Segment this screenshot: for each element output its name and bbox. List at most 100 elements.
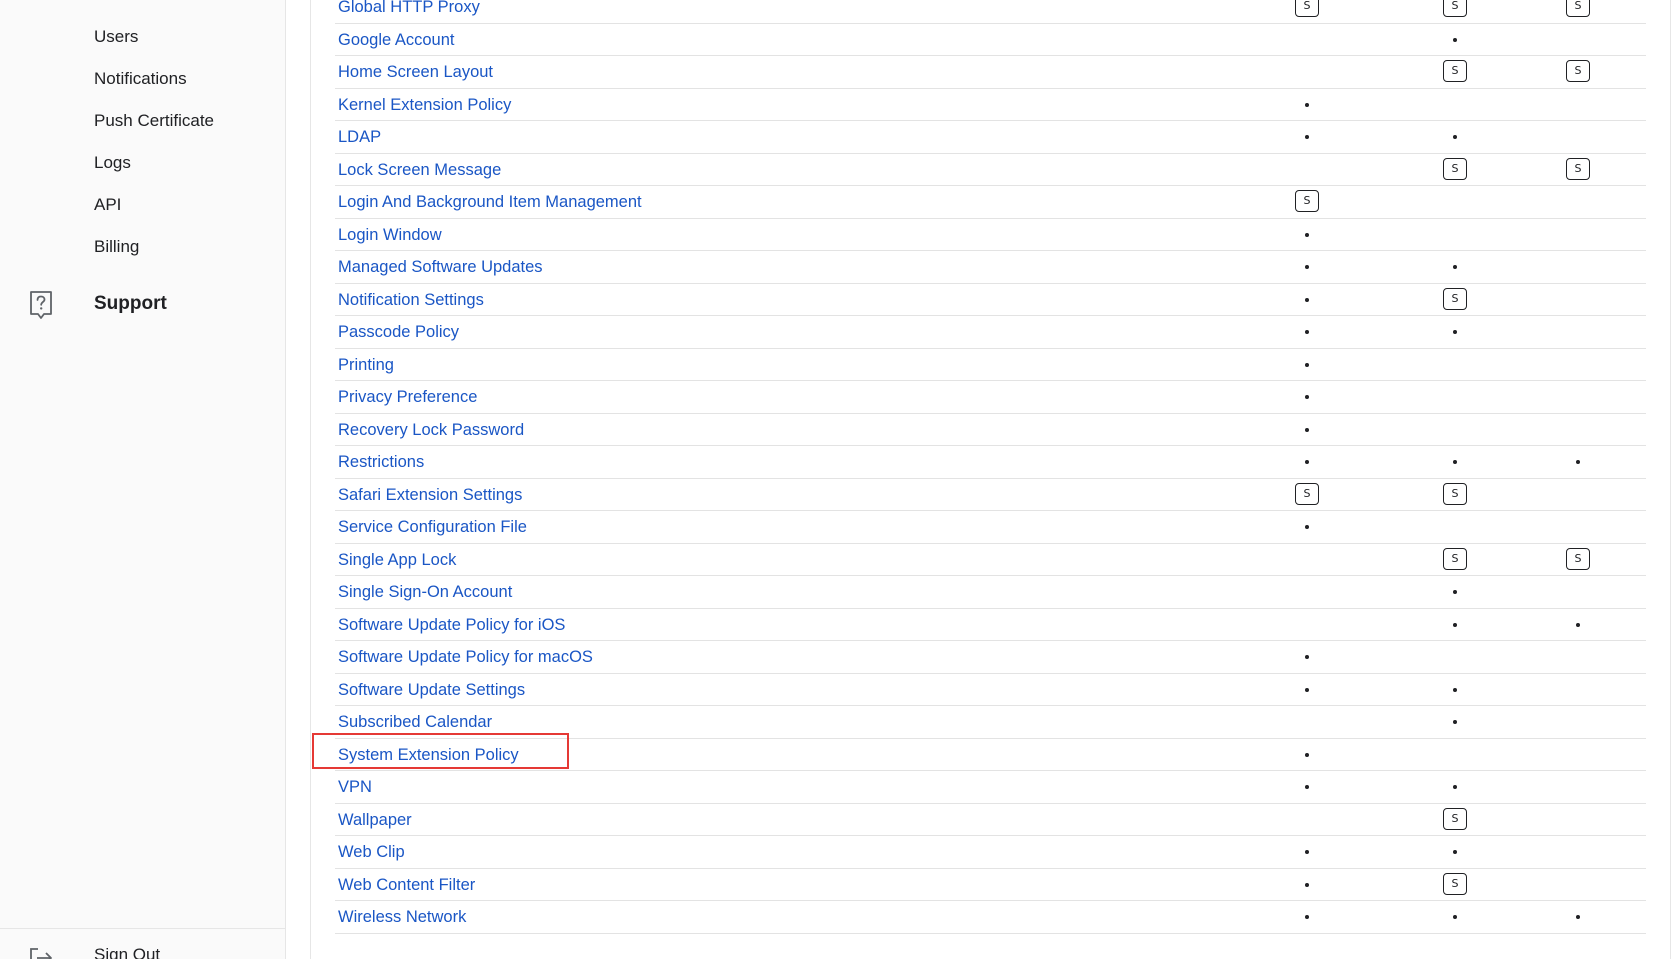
support-cell: S: [1287, 186, 1327, 218]
supervised-badge: S: [1443, 60, 1467, 82]
supervised-badge: S: [1443, 482, 1467, 505]
supported-dot-icon: [1305, 687, 1309, 692]
supervised-badge: S: [1443, 547, 1467, 570]
profile-link[interactable]: Web Content Filter: [338, 876, 475, 895]
support-cell: [1558, 609, 1598, 641]
table-row: Wallpaper S: [335, 804, 1646, 836]
supported-dot-icon: [1305, 265, 1309, 269]
supported-dot-icon: [1305, 655, 1309, 659]
sign-out-icon: [30, 948, 52, 959]
support-cell: [1435, 446, 1475, 478]
table-row: Managed Software Updates: [335, 251, 1646, 284]
supported-dot-icon: [1576, 915, 1580, 919]
support-cell: S: [1558, 0, 1598, 23]
sidebar-item-billing[interactable]: Billing: [94, 237, 139, 257]
profile-link[interactable]: Lock Screen Message: [338, 161, 501, 180]
profile-link[interactable]: Safari Extension Settings: [338, 486, 522, 505]
profile-link[interactable]: Home Screen Layout: [338, 63, 493, 82]
support-cell: S: [1435, 544, 1475, 576]
support-cell: S: [1435, 804, 1475, 836]
supervised-badge: S: [1295, 190, 1319, 212]
support-cell: [1287, 316, 1327, 348]
profile-link[interactable]: Web Clip: [338, 843, 405, 862]
sidebar-item-push-certificate[interactable]: Push Certificate: [94, 111, 214, 131]
support-cell: S: [1435, 479, 1475, 511]
table-row: Wireless Network: [335, 901, 1646, 934]
supported-dot-icon: [1453, 135, 1457, 139]
supervised-badge: S: [1443, 0, 1467, 17]
support-cell: [1287, 836, 1327, 868]
table-row: Lock Screen Message S S: [335, 154, 1646, 186]
sidebar-item-support[interactable]: Support: [28, 290, 268, 320]
profiles-table: Global HTTP Proxy S S S Google Account Home S…: [335, 0, 1646, 934]
profile-link[interactable]: Subscribed Calendar: [338, 713, 492, 732]
supported-dot-icon: [1305, 135, 1309, 139]
support-cell: S: [1558, 544, 1598, 576]
profile-link[interactable]: Passcode Policy: [338, 323, 459, 342]
support-cell: [1287, 284, 1327, 316]
profile-link[interactable]: VPN: [338, 778, 372, 797]
table-row: LDAP: [335, 121, 1646, 154]
supervised-badge: S: [1566, 547, 1590, 570]
divider: [0, 928, 286, 929]
supported-dot-icon: [1453, 590, 1457, 594]
table-row: VPN: [335, 771, 1646, 804]
profile-link[interactable]: Printing: [338, 356, 394, 375]
sidebar-item-users[interactable]: Users: [94, 27, 138, 47]
support-cell: [1287, 89, 1327, 121]
profile-link[interactable]: Kernel Extension Policy: [338, 96, 511, 115]
profile-link[interactable]: Single Sign-On Account: [338, 583, 512, 602]
supported-dot-icon: [1453, 622, 1457, 627]
profile-link[interactable]: Single App Lock: [338, 551, 456, 570]
profile-link[interactable]: Login Window: [338, 226, 442, 245]
sidebar-item-notifications[interactable]: Notifications: [94, 69, 187, 89]
profile-link[interactable]: System Extension Policy: [338, 746, 519, 765]
support-cell: S: [1558, 56, 1598, 88]
profile-link[interactable]: Software Update Settings: [338, 681, 525, 700]
profile-link[interactable]: Google Account: [338, 31, 455, 50]
support-cell: S: [1287, 479, 1327, 511]
profile-link[interactable]: Software Update Policy for iOS: [338, 616, 565, 635]
table-row: Safari Extension Settings S S: [335, 479, 1646, 511]
supervised-badge: S: [1443, 872, 1467, 895]
supported-dot-icon: [1576, 460, 1580, 464]
sidebar-item-logs[interactable]: Logs: [94, 153, 131, 173]
supported-dot-icon: [1453, 915, 1457, 919]
supported-dot-icon: [1305, 525, 1309, 529]
profile-link[interactable]: Notification Settings: [338, 291, 484, 310]
supported-dot-icon: [1305, 850, 1309, 854]
support-cell: S: [1435, 154, 1475, 186]
support-cell: [1287, 414, 1327, 446]
table-row: Notification Settings S: [335, 284, 1646, 316]
support-cell: S: [1435, 0, 1475, 23]
supported-dot-icon: [1305, 232, 1309, 237]
profile-link[interactable]: Login And Background Item Management: [338, 193, 642, 212]
supported-dot-icon: [1453, 720, 1457, 724]
profile-link[interactable]: Managed Software Updates: [338, 258, 543, 277]
supervised-badge: S: [1443, 157, 1467, 180]
supported-dot-icon: [1453, 37, 1457, 42]
table-row: Recovery Lock Password: [335, 414, 1646, 446]
table-row: Global HTTP Proxy S S S: [335, 0, 1646, 24]
supervised-badge: S: [1443, 807, 1467, 830]
supported-dot-icon: [1453, 330, 1457, 334]
profile-link[interactable]: Recovery Lock Password: [338, 421, 524, 440]
sign-out-button[interactable]: Sign Out: [28, 940, 268, 959]
profile-link[interactable]: Privacy Preference: [338, 388, 477, 407]
supported-dot-icon: [1305, 460, 1309, 464]
table-row: Restrictions: [335, 446, 1646, 479]
profile-link[interactable]: Wireless Network: [338, 908, 466, 927]
support-cell: [1435, 836, 1475, 868]
profile-link[interactable]: Restrictions: [338, 453, 424, 472]
profile-link[interactable]: Software Update Policy for macOS: [338, 648, 593, 667]
table-row: Login Window: [335, 219, 1646, 251]
profile-link[interactable]: Service Configuration File: [338, 518, 527, 537]
profile-link[interactable]: Wallpaper: [338, 811, 412, 830]
sidebar-item-api[interactable]: API: [94, 195, 121, 215]
support-cell: S: [1558, 154, 1598, 186]
supported-dot-icon: [1305, 915, 1309, 919]
profile-link[interactable]: LDAP: [338, 128, 381, 147]
profile-link[interactable]: Global HTTP Proxy: [338, 0, 480, 17]
support-cell: [1435, 609, 1475, 641]
support-cell: [1435, 706, 1475, 738]
